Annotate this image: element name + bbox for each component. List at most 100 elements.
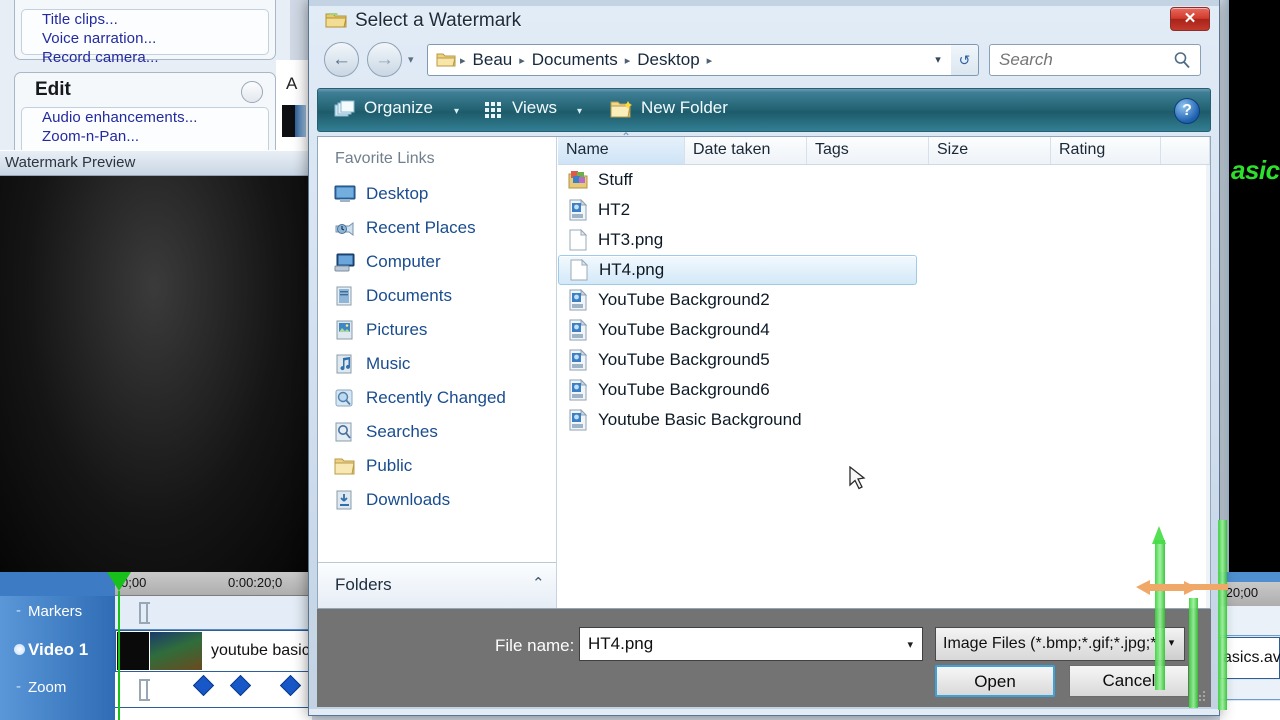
link-voice-narration[interactable]: Voice narration... [22,29,268,48]
views-button[interactable]: Views [512,98,557,118]
refresh-icon[interactable]: ↺ [951,44,979,76]
chevron-down-icon[interactable]: ▾ [907,638,913,651]
new-folder-button[interactable]: New Folder [641,98,728,118]
history-caret-icon[interactable]: ▾ [408,53,414,66]
sidebar-item-music[interactable]: Music [318,347,556,381]
arrow-right-icon[interactable]: → [367,42,402,77]
sidebar-item-public[interactable]: Public [318,449,556,483]
cancel-button[interactable]: Cancel [1069,665,1189,697]
track-header-video1[interactable]: Video 1 [0,630,115,672]
file-name: HT4.png [599,260,665,279]
views-caret-icon[interactable]: ▾ [577,106,582,117]
timeline-extra-lane [115,708,312,720]
ruler-label-right: 0:00:20;0 [228,575,283,590]
right-lane-3 [1220,680,1280,700]
watermark-preview-canvas [0,176,308,572]
track-header-markers[interactable]: - Markers [0,596,115,630]
file-name: Stuff [598,170,633,189]
favorite-links-heading: Favorite Links [335,150,435,167]
column-header-date-taken[interactable]: Date taken [685,137,807,164]
breadcrumb-beau[interactable]: Beau [470,50,516,70]
file-name: YouTube Background5 [598,350,770,369]
link-record-camera[interactable]: Record camera... [22,48,268,67]
table-row[interactable]: YouTube Background2 [558,285,1210,315]
breadcrumb-desktop[interactable]: Desktop [634,50,702,70]
file-list-pane: Name Date taken Tags Size Rating [558,130,1210,608]
zoom-keyframe[interactable] [279,674,302,697]
breadcrumb-documents[interactable]: Documents [529,50,621,70]
close-icon[interactable]: ✕ [1170,7,1210,31]
file-name-input[interactable] [588,634,888,654]
right-clip-name: asics.av [1223,649,1280,666]
track-header-zoom[interactable]: - Zoom [0,672,115,720]
column-header-tags[interactable]: Tags [807,137,929,164]
sidebar-item-pictures[interactable]: Pictures [318,313,556,347]
markers-toggle[interactable]: - [16,602,21,619]
file-list-scrollbar[interactable] [1206,165,1210,608]
search-input[interactable] [999,45,1167,75]
annotation-green-bar [1155,540,1165,690]
grid-icon [485,102,501,118]
file-rows: Stuff HT2 HT3.png HT4.png YouTube Backgr… [558,165,1210,608]
sidebar-item-desktop[interactable]: Desktop [318,177,556,211]
right-lane-clip[interactable]: asics.av [1220,637,1280,679]
markers-track-lane[interactable] [115,596,312,630]
sidebar-item-recent-places[interactable]: Recent Places [318,211,556,245]
video1-toggle[interactable] [14,644,25,655]
organize-button[interactable]: Organize [364,98,433,118]
table-row[interactable]: YouTube Background5 [558,345,1210,375]
table-row[interactable]: HT2 [558,195,1210,225]
video1-track-lane[interactable]: youtube basic [115,630,312,672]
organize-caret-icon[interactable]: ▾ [454,106,459,117]
address-bar[interactable]: ▸ Beau ▸ Documents ▸ Desktop ▸ [427,44,925,76]
address-dropdown-icon[interactable]: ▾ [925,44,951,76]
sidebar-item-searches[interactable]: Searches [318,415,556,449]
chevron-up-icon[interactable]: ⌃ [532,574,545,592]
open-button[interactable]: Open [935,665,1055,697]
arrow-left-icon[interactable]: ← [324,42,359,77]
link-audio-enhancements[interactable]: Audio enhancements... [22,108,268,127]
zoom-track-lane[interactable] [115,672,312,708]
table-row[interactable]: YouTube Background4 [558,315,1210,345]
sidebar-item-downloads[interactable]: Downloads [318,483,556,517]
table-row[interactable]: YouTube Background6 [558,375,1210,405]
right-preview-black [1228,0,1280,572]
dialog-body: Favorite Links Desktop Recent Places Com… [317,130,1211,609]
table-row[interactable]: Youtube Basic Background [558,405,1210,435]
column-header-rating[interactable]: Rating [1051,137,1161,164]
table-row-selected[interactable]: HT4.png [558,255,917,285]
track-label-markers: Markers [28,603,83,620]
tasks-card-inner: Title clips... Voice narration... Record… [21,9,269,66]
sidebar-label: Documents [366,286,452,305]
zoom-keyframe[interactable] [192,674,215,697]
png-image-icon [569,319,588,341]
table-row[interactable]: HT3.png [558,225,1210,255]
sidebar-item-documents[interactable]: Documents [318,279,556,313]
dialog-titlebar[interactable]: Select a Watermark ✕ [309,0,1219,46]
sidebar-label: Music [366,354,411,373]
sidebar-item-recently-changed[interactable]: Recently Changed [318,381,556,415]
zoom-toggle[interactable]: - [16,678,21,695]
chevron-up-icon[interactable]: chevron-up-icon [241,81,263,103]
link-title-clips[interactable]: Title clips... [22,10,268,29]
file-type-select[interactable]: Image Files (*.bmp;*.gif;*.jpg;*.p ▾ [935,627,1185,661]
letter-marker-label: A [286,74,298,93]
link-zoom-n-pan[interactable]: Zoom-n-Pan... [22,127,268,146]
right-timeline-ruler[interactable]: :20;00 [1220,582,1280,606]
sidebar-label: Downloads [366,490,451,509]
column-header-name[interactable]: Name [558,130,685,164]
zoom-keyframe[interactable] [229,674,252,697]
timeline-ruler[interactable]: 0;00 0:00:20;0 [115,572,312,596]
file-name-combobox[interactable]: ▾ [579,627,923,661]
search-box[interactable] [989,44,1201,76]
dialog-toolbar: Organize ▾ Views ▾ New Folder ? [317,88,1211,132]
column-header-size[interactable]: Size [929,137,1051,164]
folders-expander[interactable]: Folders ⌃ [318,562,556,608]
recent-places-icon [335,222,354,236]
playhead-marker[interactable] [107,572,131,591]
desktop-icon [334,185,356,202]
help-icon[interactable]: ? [1174,98,1200,124]
table-row[interactable]: Stuff [558,165,1210,195]
folder-pictures-icon [568,171,588,189]
sidebar-item-computer[interactable]: Computer [318,245,556,279]
